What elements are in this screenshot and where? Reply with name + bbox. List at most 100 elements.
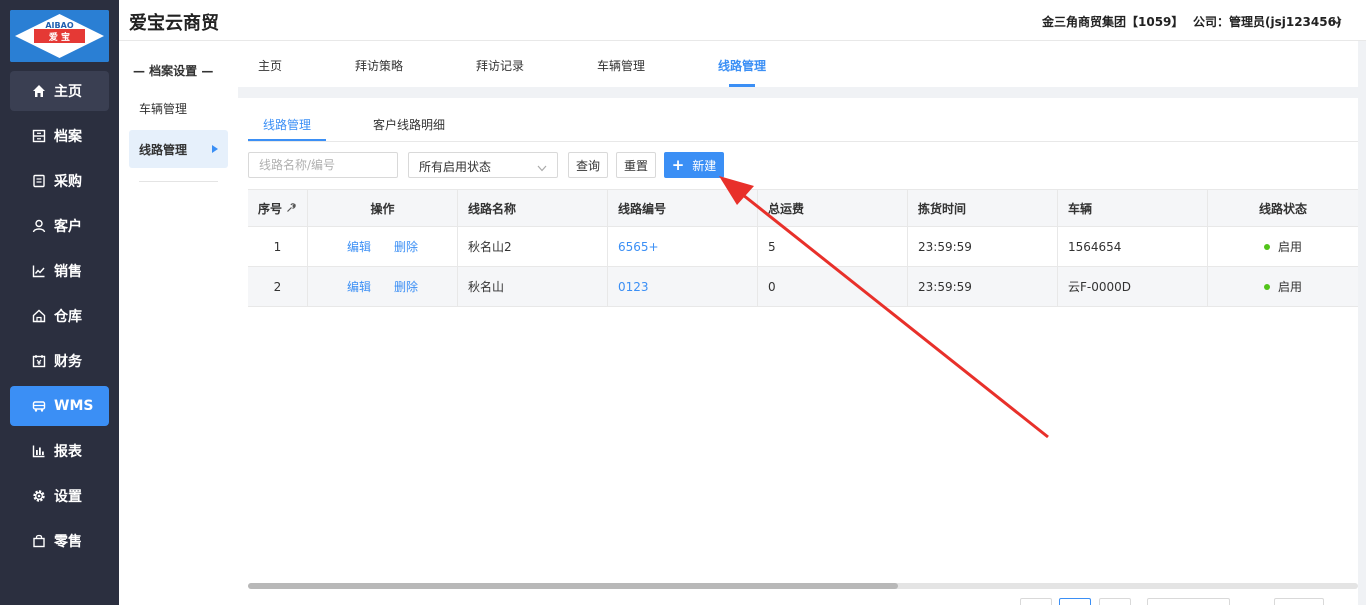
sidebar-item-label: WMS (54, 398, 94, 414)
archive-icon (32, 129, 46, 143)
row-freight: 5 (758, 227, 908, 266)
status-text: 启用 (1277, 280, 1302, 294)
query-button[interactable]: 查询 (568, 152, 608, 178)
reset-button[interactable]: 重置 (616, 152, 656, 178)
row-route-name: 秋名山 (458, 267, 608, 306)
subsidebar-item-route[interactable]: 线路管理 (129, 130, 228, 168)
top-header: 爱宝云商贸 金三角商贸集团【1059】 公司：管理员(jsj123456) (119, 0, 1366, 41)
new-button[interactable]: + 新建 (664, 152, 724, 178)
svg-text:AIBAO: AIBAO (45, 21, 73, 30)
subsidebar-item-label: 线路管理 (139, 142, 188, 157)
tab-home[interactable]: 主页 (258, 57, 282, 74)
sidebar-item-home[interactable]: 主页 (10, 71, 109, 111)
sidebar-item-label: 报表 (54, 444, 82, 460)
row-actions: 编辑 删除 (308, 227, 458, 266)
sidebar-item-archive[interactable]: 档案 (10, 116, 109, 156)
sidebar-item-finance[interactable]: 财务 (10, 341, 109, 381)
sidebar-item-label: 客户 (54, 219, 82, 235)
row-vehicle: 云F-0000D (1058, 267, 1208, 306)
sidebar-item-label: 财务 (54, 354, 82, 370)
table-header: 序号 操作 线路名称 线路编号 总运费 拣货时间 车辆 线路状态 (248, 189, 1358, 227)
pager-next[interactable] (1099, 598, 1131, 605)
table-row: 1 编辑 删除 秋名山2 6565+ 5 23:59:59 1564654 启用 (248, 227, 1358, 267)
tab-vehicle-management[interactable]: 车辆管理 (597, 57, 645, 74)
table-row: 2 编辑 删除 秋名山 0123 0 23:59:59 云F-0000D 启用 (248, 267, 1358, 307)
delete-link[interactable]: 删除 (394, 238, 418, 255)
header-index[interactable]: 序号 (248, 190, 308, 226)
status-dot (1263, 283, 1270, 290)
aibao-logo[interactable]: AIBAO 爱 宝 (10, 10, 109, 62)
row-index: 2 (248, 267, 308, 306)
subsidebar-title: — 档案设置 — (133, 64, 214, 78)
status-text: 启用 (1277, 240, 1302, 254)
main-sidebar: AIBAO 爱 宝 主页 档案 采购 客户 销售 仓库 财务 WMS 报表 设置… (0, 0, 119, 605)
caret-right-icon (212, 145, 218, 153)
row-index: 1 (248, 227, 308, 266)
row-pick-time: 23:59:59 (908, 267, 1058, 306)
tab-route-management[interactable]: 线路管理 (718, 57, 766, 74)
chevron-down-icon[interactable] (1332, 14, 1342, 28)
top-tabs: 主页 拜访策略 拜访记录 车辆管理 线路管理 (238, 41, 1358, 87)
purchase-icon (32, 174, 46, 188)
wrench-icon[interactable] (286, 203, 296, 213)
sidebar-item-label: 主页 (54, 84, 82, 100)
status-select[interactable]: 所有启用状态 (408, 152, 558, 178)
sidebar-item-customer[interactable]: 客户 (10, 206, 109, 246)
header-route-name: 线路名称 (458, 190, 608, 226)
row-vehicle: 1564654 (1058, 227, 1208, 266)
delete-link[interactable]: 删除 (394, 278, 418, 295)
header-actions: 操作 (308, 190, 458, 226)
subtab-customer-route-detail[interactable]: 客户线路明细 (373, 116, 445, 133)
subtab-divider (248, 141, 1358, 142)
sidebar-item-purchase[interactable]: 采购 (10, 161, 109, 201)
subsidebar-item-vehicle[interactable]: 车辆管理 (129, 89, 228, 127)
subsidebar-item-label: 车辆管理 (139, 101, 188, 116)
header-vehicle: 车辆 (1058, 190, 1208, 226)
edit-link[interactable]: 编辑 (347, 278, 371, 295)
tab-visit-strategy[interactable]: 拜访策略 (355, 57, 403, 74)
sidebar-item-label: 仓库 (54, 309, 82, 325)
row-route-name: 秋名山2 (458, 227, 608, 266)
svg-text:爱 宝: 爱 宝 (49, 31, 70, 43)
header-freight: 总运费 (758, 190, 908, 226)
finance-icon (32, 354, 46, 368)
edit-link[interactable]: 编辑 (347, 238, 371, 255)
status-select-value: 所有启用状态 (419, 160, 492, 174)
chevron-down-icon (537, 161, 547, 175)
app-title: 爱宝云商贸 (129, 13, 219, 34)
sidebar-item-sales[interactable]: 销售 (10, 251, 109, 291)
gear-icon (32, 489, 46, 503)
bag-icon (32, 534, 46, 548)
pager-prev[interactable] (1020, 598, 1052, 605)
sales-chart-icon (32, 264, 46, 278)
group-name: 金三角商贸集团【1059】 (1042, 15, 1184, 29)
sidebar-item-label: 销售 (54, 264, 82, 280)
sidebar-item-settings[interactable]: 设置 (10, 476, 109, 516)
row-status: 启用 (1208, 227, 1358, 266)
horizontal-scrollbar-thumb[interactable] (248, 583, 898, 589)
header-pick-time: 拣货时间 (908, 190, 1058, 226)
row-route-code[interactable]: 6565+ (608, 227, 758, 266)
company-user[interactable]: 公司：管理员(jsj123456) (1193, 13, 1341, 30)
row-freight: 0 (758, 267, 908, 306)
search-input[interactable] (248, 152, 398, 178)
sidebar-item-warehouse[interactable]: 仓库 (10, 296, 109, 336)
sidebar-item-label: 零售 (54, 534, 82, 550)
pager-jump-input[interactable] (1274, 598, 1324, 605)
sidebar-item-report[interactable]: 报表 (10, 431, 109, 471)
divider (139, 181, 218, 182)
row-actions: 编辑 删除 (308, 267, 458, 306)
status-dot (1263, 243, 1270, 250)
subtab-route-management[interactable]: 线路管理 (263, 116, 311, 133)
row-route-code[interactable]: 0123 (608, 267, 758, 306)
header-status: 线路状态 (1258, 201, 1307, 216)
pager-size-select[interactable] (1147, 598, 1230, 605)
sidebar-item-wms[interactable]: WMS (10, 386, 109, 426)
tab-visit-record[interactable]: 拜访记录 (476, 57, 524, 74)
sidebar-item-retail[interactable]: 零售 (10, 521, 109, 561)
warehouse-icon (32, 309, 46, 323)
pager-page[interactable] (1059, 598, 1091, 605)
row-status: 启用 (1208, 267, 1358, 306)
user-icon (32, 219, 46, 233)
active-tab-indicator (729, 84, 755, 87)
